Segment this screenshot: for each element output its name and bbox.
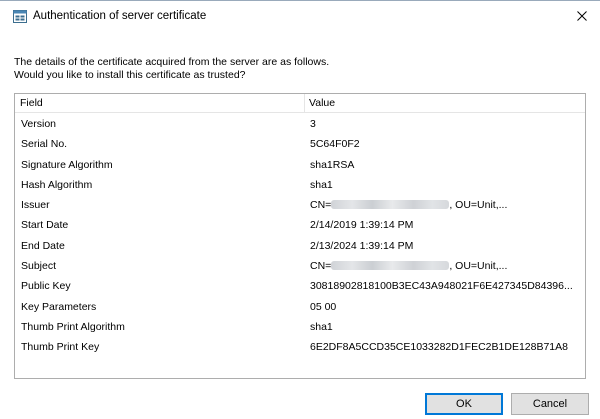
value-cell: 2/13/2024 1:39:14 PM: [310, 239, 414, 252]
cancel-button[interactable]: Cancel: [511, 393, 589, 415]
value-cell: 30818902818100B3EC43A948021F6E427345D843…: [310, 280, 573, 293]
value-cell: sha1: [310, 320, 333, 333]
column-header-field[interactable]: Field: [15, 94, 305, 113]
field-cell: Thumb Print Algorithm: [21, 320, 125, 333]
list-rows: Version 3 Serial No. 5C64F0F2 Signature …: [15, 114, 585, 358]
list-row-thumb-print-key[interactable]: Thumb Print Key 6E2DF8A5CCD35CE1033282D1…: [15, 337, 585, 357]
list-row-public-key[interactable]: Public Key 30818902818100B3EC43A948021F6…: [15, 276, 585, 296]
field-cell: Start Date: [21, 219, 69, 232]
window-title: Authentication of server certificate: [33, 10, 207, 22]
value-cell: CN= , OU=Unit,...: [310, 195, 582, 215]
value-cell: 2/14/2019 1:39:14 PM: [310, 219, 414, 232]
description-line-2: Would you like to install this certifica…: [14, 69, 246, 81]
field-cell: Signature Algorithm: [21, 158, 113, 171]
field-cell: Version: [21, 118, 57, 130]
value-prefix: CN=: [310, 199, 332, 212]
value-cell: CN= , OU=Unit,...: [310, 256, 582, 276]
close-icon: [577, 11, 587, 21]
certificate-window-icon: [13, 10, 27, 23]
redacted-blur: [331, 261, 450, 271]
list-row-subject[interactable]: Subject CN= , OU=Unit,...: [15, 256, 585, 276]
field-cell: Hash Algorithm: [21, 178, 93, 191]
field-cell: Subject: [21, 260, 57, 273]
list-row-start-date[interactable]: Start Date 2/14/2019 1:39:14 PM: [15, 215, 585, 235]
redacted-blur: [331, 200, 450, 210]
value-suffix: , OU=Unit,...: [449, 199, 508, 212]
value-cell: 6E2DF8A5CCD35CE1033282D1FEC2B1DE128B71A8: [310, 341, 568, 354]
title-bar[interactable]: Authentication of server certificate: [0, 1, 600, 31]
value-cell: 5C64F0F2: [310, 138, 360, 151]
value-cell: 05 00: [310, 300, 337, 313]
list-row-key-parameters[interactable]: Key Parameters 05 00: [15, 297, 585, 317]
list-header: Field Value: [15, 94, 585, 113]
list-row-version[interactable]: Version 3: [15, 114, 585, 134]
value-cell: sha1RSA: [310, 158, 355, 171]
value-cell: sha1: [310, 178, 333, 191]
field-cell: Public Key: [21, 280, 71, 293]
field-cell: Serial No.: [21, 138, 68, 151]
close-button[interactable]: [564, 1, 600, 31]
field-cell: Thumb Print Key: [21, 341, 100, 354]
list-row-hash-algorithm[interactable]: Hash Algorithm sha1: [15, 175, 585, 195]
value-suffix: , OU=Unit,...: [449, 260, 508, 273]
list-row-end-date[interactable]: End Date 2/13/2024 1:39:14 PM: [15, 236, 585, 256]
field-cell: Key Parameters: [21, 300, 97, 313]
certificate-dialog: Authentication of server certificate The…: [0, 0, 600, 419]
list-row-signature-algorithm[interactable]: Signature Algorithm sha1RSA: [15, 155, 585, 175]
field-cell: Issuer: [21, 199, 50, 212]
description-line-1: The details of the certificate acquired …: [14, 56, 330, 68]
field-cell: End Date: [21, 239, 65, 252]
list-row-serial-no[interactable]: Serial No. 5C64F0F2: [15, 134, 585, 154]
value-prefix: CN=: [310, 260, 332, 273]
value-cell: 3: [310, 118, 316, 130]
ok-button[interactable]: OK: [425, 393, 503, 415]
dialog-description: The details of the certificate acquired …: [14, 56, 329, 82]
list-row-issuer[interactable]: Issuer CN= , OU=Unit,...: [15, 195, 585, 215]
certificate-details-list[interactable]: Field Value Version 3 Serial No. 5C64F0F…: [14, 93, 586, 379]
list-row-thumb-print-algorithm[interactable]: Thumb Print Algorithm sha1: [15, 317, 585, 337]
column-header-value[interactable]: Value: [305, 94, 585, 113]
